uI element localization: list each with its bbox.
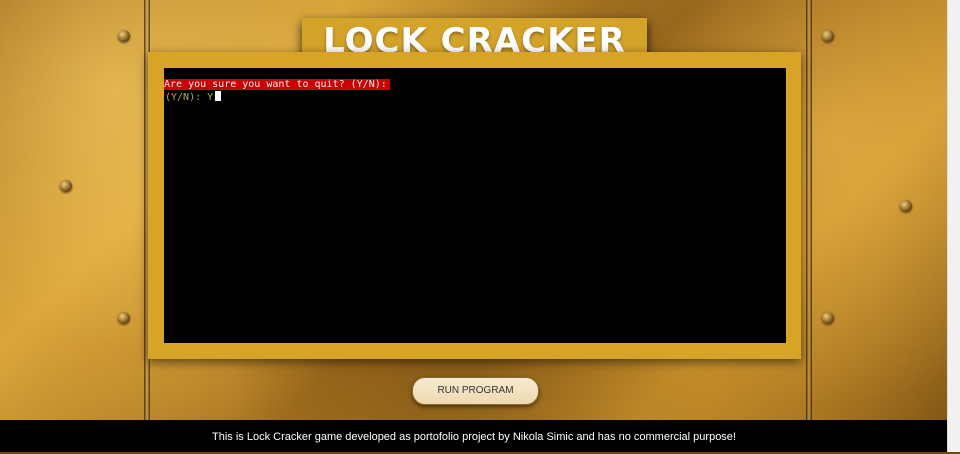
terminal-input-line: (Y/N): Y <box>165 91 222 103</box>
vertical-scrollbar[interactable] <box>947 0 960 452</box>
rivet-icon <box>900 200 912 212</box>
rivet-icon <box>118 30 130 42</box>
terminal-input-text: (Y/N): Y <box>165 92 214 103</box>
rivet-icon <box>822 312 834 324</box>
terminal-prompt-line: Are you sure you want to quit? (Y/N): <box>164 79 390 90</box>
footer-text: This is Lock Cracker game developed as p… <box>0 420 948 452</box>
terminal-cursor <box>215 91 222 101</box>
rivet-icon <box>60 180 72 192</box>
terminal-screen[interactable]: Are you sure you want to quit? (Y/N): (Y… <box>164 68 786 343</box>
rivet-icon <box>822 30 834 42</box>
rivet-icon <box>118 312 130 324</box>
background-seam-right <box>806 0 812 420</box>
run-program-button[interactable]: RUN PROGRAM <box>412 377 539 405</box>
